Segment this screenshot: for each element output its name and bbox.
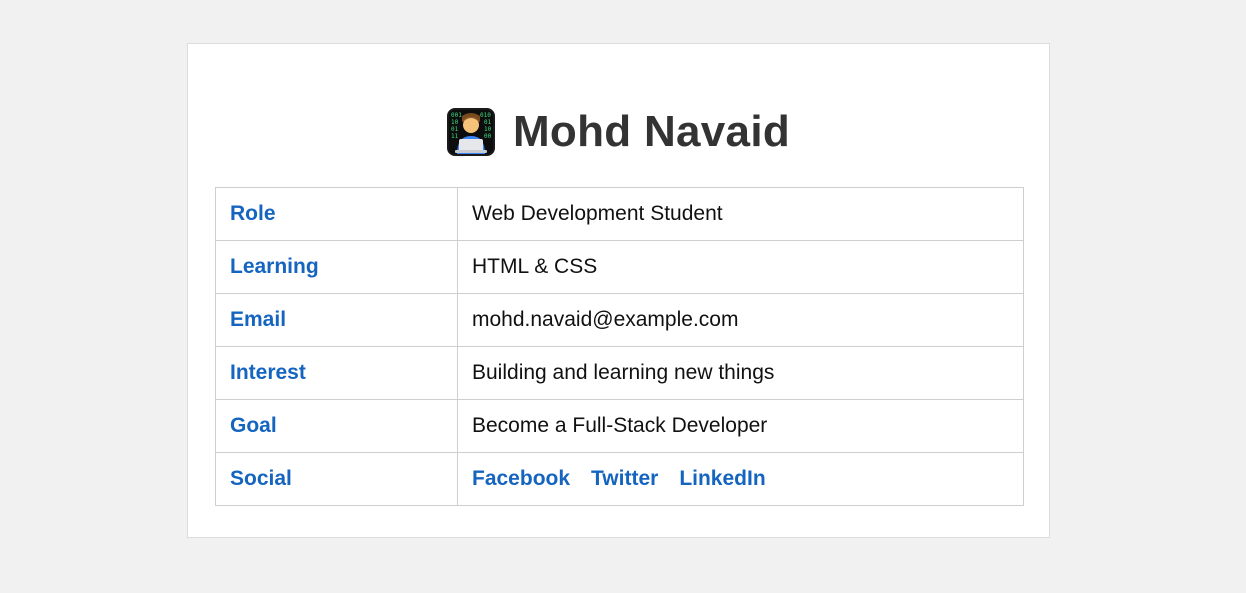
- table-row: Learning HTML & CSS: [215, 240, 1024, 294]
- svg-text:00: 00: [484, 133, 492, 140]
- row-key-social: Social: [215, 452, 458, 506]
- table-row: Interest Building and learning new thing…: [215, 346, 1024, 400]
- profile-name: Mohd Navaid: [512, 107, 791, 156]
- table-row: Role Web Development Student: [215, 187, 1024, 241]
- row-value-goal: Become a Full-Stack Developer: [457, 399, 1024, 453]
- twitter-link[interactable]: Twitter: [591, 467, 658, 490]
- profile-table: Role Web Development Student Learning HT…: [215, 187, 1024, 506]
- table-row: Email mohd.navaid@example.com: [215, 293, 1024, 347]
- svg-text:10: 10: [484, 126, 492, 133]
- table-row: Social Facebook Twitter LinkedIn: [215, 452, 1024, 506]
- row-value-interest: Building and learning new things: [457, 346, 1024, 400]
- profile-card: 001 010 10 01 01 10 11 00 Mohd Navaid Ro…: [187, 43, 1050, 538]
- row-key-email: Email: [215, 293, 458, 347]
- table-row: Goal Become a Full-Stack Developer: [215, 399, 1024, 453]
- row-key-role: Role: [215, 187, 458, 241]
- row-value-email: mohd.navaid@example.com: [457, 293, 1024, 347]
- svg-text:010: 010: [480, 112, 491, 119]
- row-value-social: Facebook Twitter LinkedIn: [457, 452, 1024, 506]
- row-key-interest: Interest: [215, 346, 458, 400]
- facebook-link[interactable]: Facebook: [472, 467, 570, 490]
- technologist-emoji-icon: 001 010 10 01 01 10 11 00: [446, 108, 495, 156]
- row-value-role: Web Development Student: [457, 187, 1024, 241]
- svg-text:10: 10: [451, 119, 459, 126]
- row-key-goal: Goal: [215, 399, 458, 453]
- svg-text:01: 01: [484, 119, 492, 126]
- svg-text:01: 01: [451, 126, 459, 133]
- svg-text:001: 001: [451, 112, 462, 119]
- linkedin-link[interactable]: LinkedIn: [679, 467, 765, 490]
- row-value-learning: HTML & CSS: [457, 240, 1024, 294]
- row-key-learning: Learning: [215, 240, 458, 294]
- page-title: 001 010 10 01 01 10 11 00 Mohd Navaid: [188, 106, 1049, 158]
- svg-text:11: 11: [451, 133, 459, 140]
